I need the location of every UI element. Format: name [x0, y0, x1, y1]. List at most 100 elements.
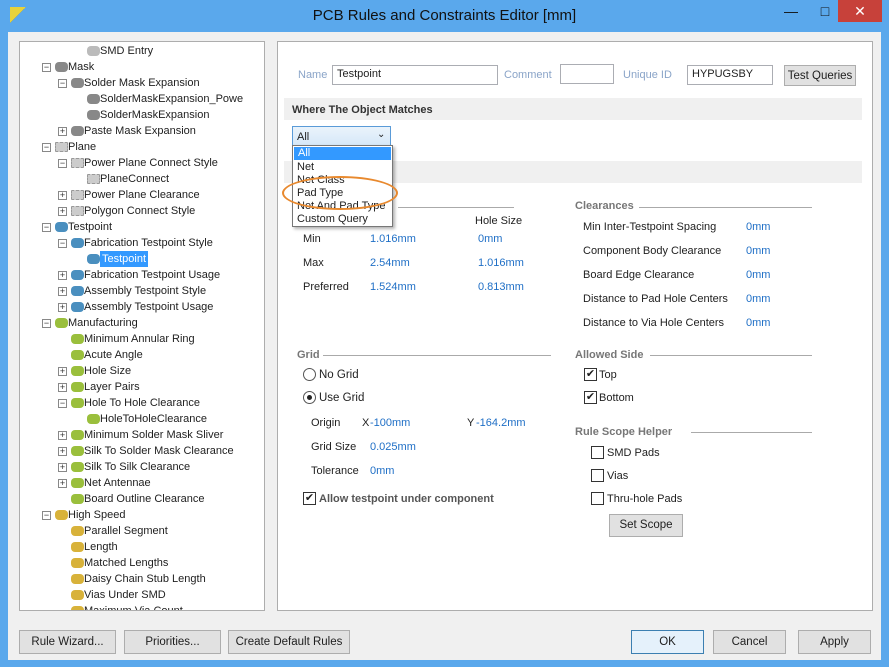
- smd-pads-checkbox[interactable]: [591, 446, 604, 459]
- use-grid-radio[interactable]: [303, 391, 316, 404]
- tree-item[interactable]: − Plane: [20, 139, 250, 155]
- bottom-checkbox[interactable]: ✔: [584, 391, 597, 404]
- tree-item[interactable]: Board Outline Clearance: [20, 491, 250, 507]
- expand-icon[interactable]: +: [58, 191, 67, 200]
- vias-checkbox[interactable]: [591, 469, 604, 482]
- size-value[interactable]: 2.54mm: [370, 257, 410, 269]
- clearance-value[interactable]: 0mm: [746, 293, 770, 305]
- tree-item[interactable]: − Power Plane Connect Style: [20, 155, 250, 171]
- size-value[interactable]: 1.524mm: [370, 281, 416, 293]
- tree-item[interactable]: − Mask: [20, 59, 250, 75]
- clearance-value[interactable]: 0mm: [746, 317, 770, 329]
- size-value[interactable]: 1.016mm: [370, 233, 416, 245]
- collapse-icon[interactable]: −: [42, 143, 51, 152]
- tree-item[interactable]: + Fabrication Testpoint Usage: [20, 267, 250, 283]
- expand-icon[interactable]: +: [58, 271, 67, 280]
- hole-size-value[interactable]: 0mm: [478, 233, 502, 245]
- tree-item[interactable]: − Fabrication Testpoint Style: [20, 235, 250, 251]
- expand-icon[interactable]: +: [58, 287, 67, 296]
- tree-item[interactable]: + Assembly Testpoint Usage: [20, 299, 250, 315]
- tree-item[interactable]: Maximum Via Count: [20, 603, 250, 610]
- highspeed-icon: [71, 542, 84, 552]
- tree-item[interactable]: + Power Plane Clearance: [20, 187, 250, 203]
- create-default-rules-button[interactable]: Create Default Rules: [228, 630, 350, 654]
- comment-input[interactable]: [560, 64, 614, 84]
- collapse-icon[interactable]: −: [58, 239, 67, 248]
- tree-item[interactable]: HoleToHoleClearance: [20, 411, 250, 427]
- expand-icon[interactable]: +: [58, 463, 67, 472]
- rule-tree[interactable]: SMD Entry − Mask − Solder Mask Expansion Sold…: [19, 41, 265, 611]
- origin-x-value[interactable]: -100mm: [370, 417, 410, 429]
- expand-icon[interactable]: +: [58, 127, 67, 136]
- expand-icon[interactable]: +: [58, 303, 67, 312]
- dropdown-option[interactable]: All: [294, 147, 391, 160]
- tree-item[interactable]: + Polygon Connect Style: [20, 203, 250, 219]
- clearance-value[interactable]: 0mm: [746, 221, 770, 233]
- tree-item[interactable]: Matched Lengths: [20, 555, 250, 571]
- name-input[interactable]: Testpoint: [332, 65, 498, 85]
- collapse-icon[interactable]: −: [42, 223, 51, 232]
- tree-item[interactable]: PlaneConnect: [20, 171, 250, 187]
- clearance-value[interactable]: 0mm: [746, 245, 770, 257]
- expand-icon[interactable]: +: [58, 431, 67, 440]
- tree-item[interactable]: SolderMaskExpansion: [20, 107, 250, 123]
- tree-item[interactable]: Length: [20, 539, 250, 555]
- tree-item[interactable]: − Testpoint: [20, 219, 250, 235]
- tree-item[interactable]: + Assembly Testpoint Style: [20, 283, 250, 299]
- set-scope-button[interactable]: Set Scope: [609, 514, 683, 537]
- cancel-button[interactable]: Cancel: [713, 630, 786, 654]
- expand-icon[interactable]: +: [58, 367, 67, 376]
- close-button[interactable]: ✕: [838, 0, 882, 22]
- no-grid-radio[interactable]: [303, 368, 316, 381]
- tree-item[interactable]: Daisy Chain Stub Length: [20, 571, 250, 587]
- tree-item[interactable]: + Layer Pairs: [20, 379, 250, 395]
- collapse-icon[interactable]: −: [42, 511, 51, 520]
- collapse-icon[interactable]: −: [58, 159, 67, 168]
- tree-item[interactable]: + Net Antennae: [20, 475, 250, 491]
- top-checkbox[interactable]: ✔: [584, 368, 597, 381]
- expand-icon[interactable]: +: [58, 207, 67, 216]
- tree-item[interactable]: + Silk To Silk Clearance: [20, 459, 250, 475]
- priorities-button[interactable]: Priorities...: [124, 630, 221, 654]
- origin-y-value[interactable]: -164.2mm: [476, 417, 526, 429]
- rule-wizard-button[interactable]: Rule Wizard...: [19, 630, 116, 654]
- expand-icon[interactable]: +: [58, 479, 67, 488]
- tree-item[interactable]: SMD Entry: [20, 43, 250, 59]
- tree-item[interactable]: − Manufacturing: [20, 315, 250, 331]
- tree-item[interactable]: SolderMaskExpansion_Powe: [20, 91, 250, 107]
- expand-icon[interactable]: +: [58, 447, 67, 456]
- unique-id-input[interactable]: HYPUGSBY: [687, 65, 773, 85]
- grid-size-value[interactable]: 0.025mm: [370, 441, 416, 453]
- tree-item[interactable]: Testpoint: [20, 251, 250, 267]
- collapse-icon[interactable]: −: [42, 63, 51, 72]
- tree-item[interactable]: Acute Angle: [20, 347, 250, 363]
- hole-size-value[interactable]: 0.813mm: [478, 281, 524, 293]
- tree-item[interactable]: + Paste Mask Expansion: [20, 123, 250, 139]
- match-select[interactable]: All ⌄: [292, 126, 391, 146]
- tree-item[interactable]: Vias Under SMD: [20, 587, 250, 603]
- hole-size-value[interactable]: 1.016mm: [478, 257, 524, 269]
- tree-item[interactable]: − High Speed: [20, 507, 250, 523]
- thru-hole-pads-checkbox[interactable]: [591, 492, 604, 505]
- allow-under-component-checkbox[interactable]: ✔: [303, 492, 316, 505]
- apply-button[interactable]: Apply: [798, 630, 871, 654]
- clearance-value[interactable]: 0mm: [746, 269, 770, 281]
- tree-item[interactable]: + Hole Size: [20, 363, 250, 379]
- tree-item[interactable]: Parallel Segment: [20, 523, 250, 539]
- minimize-button[interactable]: —: [773, 0, 809, 22]
- collapse-icon[interactable]: −: [58, 79, 67, 88]
- tolerance-value[interactable]: 0mm: [370, 465, 394, 477]
- tree-item[interactable]: − Solder Mask Expansion: [20, 75, 250, 91]
- collapse-icon[interactable]: −: [58, 399, 67, 408]
- tree-item[interactable]: + Minimum Solder Mask Sliver: [20, 427, 250, 443]
- tree-item[interactable]: Minimum Annular Ring: [20, 331, 250, 347]
- collapse-icon[interactable]: −: [42, 319, 51, 328]
- tree-item[interactable]: + Silk To Solder Mask Clearance: [20, 443, 250, 459]
- tree-item[interactable]: − Hole To Hole Clearance: [20, 395, 250, 411]
- dropdown-option[interactable]: Custom Query: [293, 213, 392, 226]
- test-queries-button[interactable]: Test Queries: [784, 65, 856, 86]
- divider: [639, 207, 812, 208]
- ok-button[interactable]: OK: [631, 630, 704, 654]
- dropdown-option[interactable]: Net: [293, 161, 392, 174]
- expand-icon[interactable]: +: [58, 383, 67, 392]
